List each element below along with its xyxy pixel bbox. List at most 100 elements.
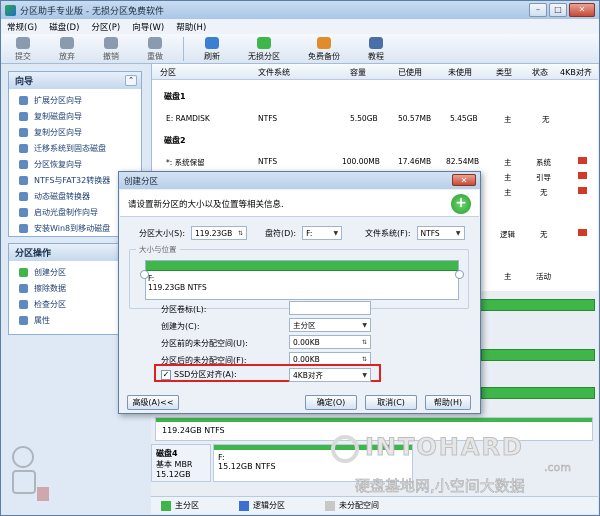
ssd-align-select[interactable]: 4KB对齐 ▼ [289, 368, 371, 382]
menu-general[interactable]: 常规(G) [7, 21, 37, 33]
create-as-select[interactable]: 主分区 ▼ [289, 318, 371, 332]
cell-capacity: 5.50GB [350, 114, 378, 123]
disk4-info[interactable]: 磁盘4 基本 MBR 15.12GB [151, 444, 211, 482]
wizard-item-extend[interactable]: 扩展分区向导 [9, 92, 141, 108]
wizard-item-recovery[interactable]: 分区恢复向导 [9, 156, 141, 172]
copy-disk-icon [19, 111, 28, 121]
wizard-item-label: 分区恢复向导 [34, 159, 82, 169]
undo-icon [104, 36, 118, 49]
col-status[interactable]: 状态 [532, 67, 548, 78]
spinner-icon[interactable]: ⇅ [238, 230, 243, 237]
op-label: 创建分区 [34, 267, 66, 277]
undo-button[interactable]: 撤销 [89, 34, 133, 64]
wizard-item-copy-disk[interactable]: 复制磁盘向导 [9, 108, 141, 124]
menu-partition[interactable]: 分区(P) [91, 21, 120, 33]
advanced-button[interactable]: 高级(A)<< [127, 395, 179, 410]
partition-bar[interactable] [481, 387, 595, 399]
commit-icon [16, 36, 30, 49]
wizard-item-migrate-ssd[interactable]: 迁移系统到固态磁盘 [9, 140, 141, 156]
lossless-partition-button[interactable]: 无损分区 [234, 34, 294, 64]
col-unused[interactable]: 未使用 [448, 67, 472, 78]
col-4k-align[interactable]: 4KB对齐 [560, 67, 592, 78]
table-row[interactable]: *: 系统保留 NTFS 100.00MB 17.46MB 82.54MB 主 … [152, 154, 599, 170]
before-space-input[interactable]: 0.00KB ⇅ [289, 335, 371, 349]
size-input[interactable]: 119.23GB ⇅ [191, 226, 248, 240]
menu-disk[interactable]: 磁盘(D) [49, 21, 79, 33]
tutorial-label: 教程 [368, 51, 384, 61]
col-capacity[interactable]: 容量 [350, 67, 366, 78]
op-label: 属性 [34, 315, 50, 325]
free-backup-button[interactable]: 免费备份 [294, 34, 354, 64]
col-filesystem[interactable]: 文件系统 [258, 67, 290, 78]
slider-letter: F: [148, 274, 155, 283]
disk1-label[interactable]: 磁盘1 [164, 91, 186, 102]
boot-cd-icon [19, 207, 28, 217]
redo-label: 重做 [147, 51, 163, 61]
redo-button[interactable]: 重做 [133, 34, 177, 64]
align-flag-icon [578, 187, 587, 196]
table-row[interactable]: E: RAMDISK NTFS 5.50GB 50.57MB 5.45GB 主 … [152, 111, 599, 127]
partition-bar[interactable] [467, 299, 595, 311]
before-label: 分区前的未分配空间(U): [161, 339, 248, 348]
undo-label: 撤销 [103, 51, 119, 61]
commit-button[interactable]: 提交 [1, 34, 45, 64]
drive-letter-select[interactable]: F: ▼ [302, 226, 343, 240]
wizard-item-label: 动态磁盘转换器 [34, 191, 90, 201]
legend-primary: 主分区 [161, 500, 199, 511]
spinner-icon[interactable]: ⇅ [362, 339, 367, 346]
collapse-icon[interactable]: ⌃ [125, 75, 137, 86]
col-partition[interactable]: 分区 [160, 67, 176, 78]
filesystem-select[interactable]: NTFS ▼ [416, 226, 465, 240]
wizard-item-copy-partition[interactable]: 复制分区向导 [9, 124, 141, 140]
chevron-down-icon: ▼ [362, 371, 367, 379]
discard-button[interactable]: 放弃 [45, 34, 89, 64]
create-as-label: 创建为(C): [161, 322, 200, 331]
dialog-close-button[interactable]: ✕ [452, 174, 476, 186]
create-as-row: 创建为(C): [161, 321, 200, 332]
partition-slider[interactable]: F: 119.23GB NTFS [145, 260, 459, 300]
toolbar: 提交 放弃 撤销 重做 刷新 无损分区 免费备份 教程 [1, 34, 599, 64]
disk4-size: 15.12GB [156, 470, 191, 479]
volume-label-input[interactable] [289, 301, 371, 315]
legend-logical-label: 逻辑分区 [253, 501, 285, 510]
tutorial-button[interactable]: 教程 [354, 34, 398, 64]
create-as-value: 主分区 [293, 320, 316, 330]
seal-stamp-icon [12, 446, 49, 501]
legend-unallocated: 未分配空间 [325, 500, 379, 511]
discard-icon [60, 36, 74, 49]
ok-button[interactable]: 确定(O) [305, 395, 357, 410]
help-button[interactable]: 帮助(H) [425, 395, 471, 410]
partition-bar[interactable] [481, 349, 595, 361]
dialog-title-bar: 创建分区 [119, 172, 480, 189]
minimize-button[interactable]: – [529, 3, 547, 17]
menu-wizard[interactable]: 向导(W) [132, 21, 164, 33]
legend-logical: 逻辑分区 [239, 500, 285, 511]
slider-right-handle[interactable] [455, 270, 464, 279]
menu-help[interactable]: 帮助(H) [176, 21, 206, 33]
maximize-button[interactable]: □ [549, 3, 567, 17]
disk4-partition[interactable]: F: 15.12GB NTFS [213, 444, 413, 482]
tutorial-icon [369, 36, 383, 49]
disk4-row[interactable]: 磁盘4 基本 MBR 15.12GB F: 15.12GB NTFS [151, 444, 598, 482]
primary-swatch [161, 500, 171, 511]
cancel-button[interactable]: 取消(C) [365, 395, 417, 410]
col-used[interactable]: 已使用 [398, 67, 422, 78]
col-type[interactable]: 类型 [496, 67, 512, 78]
op-label: 检查分区 [34, 299, 66, 309]
ssd-align-checkbox[interactable]: ✓ [161, 369, 171, 380]
partition-block[interactable]: 119.24GB NTFS [155, 417, 593, 441]
disk2-label[interactable]: 磁盘2 [164, 135, 186, 146]
discard-label: 放弃 [59, 51, 75, 61]
spinner-icon[interactable]: ⇅ [362, 356, 367, 363]
size-row: 分区大小(S): 119.23GB ⇅ [139, 226, 248, 240]
letter-row: 盘符(D): F: ▼ [265, 226, 343, 240]
cell-status: 引导 [536, 173, 551, 182]
slider-left-handle[interactable] [140, 270, 149, 279]
wizard-item-label: 复制磁盘向导 [34, 111, 82, 121]
fs-value: NTFS [420, 228, 440, 238]
close-button[interactable]: ✕ [569, 3, 595, 17]
cell-type: 主 [504, 188, 512, 197]
refresh-button[interactable]: 刷新 [190, 34, 234, 64]
free-backup-label: 免费备份 [308, 51, 340, 61]
cell-type: 主 [504, 173, 512, 182]
